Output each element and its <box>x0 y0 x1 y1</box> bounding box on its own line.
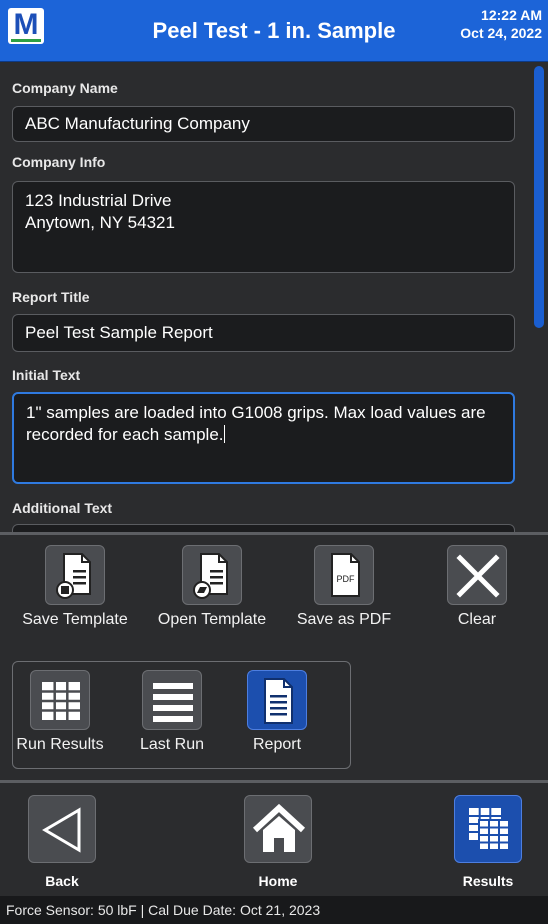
header-bar: M Peel Test - 1 in. Sample 12:22 AM Oct … <box>0 0 548 62</box>
last-run-label: Last Run <box>139 736 205 753</box>
run-results-tile[interactable] <box>30 670 90 730</box>
pdf-icon: PDF <box>331 553 360 597</box>
close-icon <box>456 554 500 598</box>
report-toolbar: Save Template Open Template PDF Save as … <box>0 535 548 780</box>
report-title-field[interactable]: Peel Test Sample Report <box>12 314 515 352</box>
run-results-label: Run Results <box>16 736 104 753</box>
home-label: Home <box>258 873 298 889</box>
home-button[interactable]: Home <box>218 795 338 889</box>
additional-text-field[interactable] <box>12 524 515 532</box>
results-table-icon <box>469 808 510 851</box>
clear-button[interactable]: Clear <box>407 545 547 629</box>
run-results-button[interactable]: Run Results <box>9 670 111 754</box>
report-label: Report <box>252 736 302 753</box>
home-tile[interactable] <box>244 795 312 863</box>
clear-tile[interactable] <box>447 545 507 605</box>
table-icon <box>42 682 80 720</box>
save-template-button[interactable]: Save Template <box>5 545 145 629</box>
company-name-label: Company Name <box>12 80 118 96</box>
report-tile[interactable] <box>247 670 307 730</box>
save-template-label: Save Template <box>22 611 128 628</box>
results-button[interactable]: Results <box>428 795 548 889</box>
results-tile[interactable] <box>454 795 522 863</box>
additional-text-label: Additional Text <box>12 500 113 516</box>
back-arrow-icon <box>42 807 81 853</box>
initial-text-field[interactable]: 1" samples are loaded into G1008 grips. … <box>12 392 515 484</box>
pdf-icon-text: PDF <box>337 574 356 584</box>
scrollbar-thumb[interactable] <box>534 66 544 328</box>
company-name-field[interactable]: ABC Manufacturing Company <box>12 106 515 142</box>
company-info-field[interactable]: 123 Industrial Drive Anytown, NY 54321 <box>12 181 515 273</box>
save-pdf-label: Save as PDF <box>296 611 392 628</box>
back-button[interactable]: Back <box>2 795 122 889</box>
open-template-button[interactable]: Open Template <box>142 545 282 629</box>
list-icon <box>153 683 193 722</box>
report-button[interactable]: Report <box>227 670 327 754</box>
save-pdf-button[interactable]: PDF Save as PDF <box>274 545 414 629</box>
clock-time: 12:22 AM <box>481 7 542 23</box>
home-icon <box>252 803 306 852</box>
report-title-label: Report Title <box>12 289 90 305</box>
document-icon <box>264 678 293 724</box>
results-view-group: Run Results Last Run Report <box>12 661 351 769</box>
company-info-label: Company Info <box>12 154 106 170</box>
back-label: Back <box>45 873 79 889</box>
save-template-tile[interactable] <box>45 545 105 605</box>
clear-label: Clear <box>457 611 497 628</box>
open-template-icon <box>193 553 228 599</box>
report-form[interactable]: Company Name ABC Manufacturing Company C… <box>0 62 548 532</box>
last-run-tile[interactable] <box>142 670 202 730</box>
clock-date: Oct 24, 2022 <box>460 25 542 41</box>
last-run-button[interactable]: Last Run <box>122 670 222 754</box>
save-pdf-tile[interactable]: PDF <box>314 545 374 605</box>
text-caret <box>223 425 225 443</box>
status-bar: Force Sensor: 50 lbF | Cal Due Date: Oct… <box>0 896 548 924</box>
open-template-label: Open Template <box>157 611 267 628</box>
save-template-icon <box>56 553 91 599</box>
results-label: Results <box>462 873 514 889</box>
open-template-tile[interactable] <box>182 545 242 605</box>
bottom-nav: Back Home Results <box>0 780 548 896</box>
back-tile[interactable] <box>28 795 96 863</box>
initial-text-value: 1" samples are loaded into G1008 grips. … <box>26 403 486 444</box>
clock: 12:22 AM Oct 24, 2022 <box>460 6 542 42</box>
initial-text-label: Initial Text <box>12 367 81 383</box>
